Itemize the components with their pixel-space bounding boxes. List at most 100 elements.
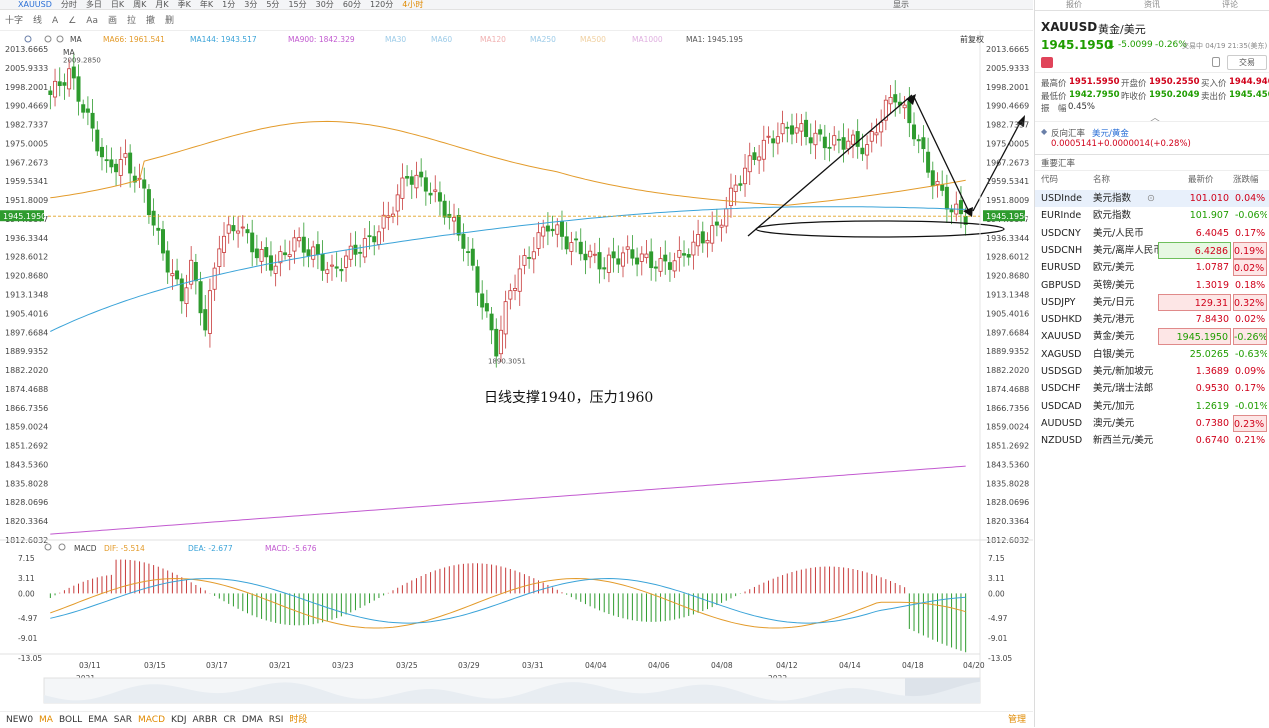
- watchlist-row[interactable]: USDHKD 美元/港元 7.8430 0.02%: [1035, 311, 1269, 328]
- bell-icon[interactable]: [1212, 57, 1220, 67]
- candle-body: [667, 262, 672, 270]
- watchlist-row[interactable]: USDCHF 美元/瑞士法郎 0.9530 0.17%: [1035, 380, 1269, 397]
- timeframe-12[interactable]: 60分: [343, 0, 361, 9]
- watchlist-row[interactable]: USDCNY 美元/人民币 6.4045 0.17%: [1035, 225, 1269, 242]
- indicator-tab-sar[interactable]: SAR: [114, 712, 132, 728]
- trend-line-down: [913, 96, 971, 215]
- left-axis-label: 1897.6684: [5, 328, 48, 337]
- tool-4[interactable]: Aa: [86, 11, 98, 30]
- reverse-pair[interactable]: 美元/黄金: [1092, 127, 1129, 139]
- legend-ma66: MA66: 1961.541: [103, 35, 165, 44]
- row-code: GBPUSD: [1041, 279, 1081, 291]
- indicator-tab-cr[interactable]: CR: [223, 712, 236, 728]
- watchlist-row[interactable]: NZDUSD 新西兰元/美元 0.6740 0.21%: [1035, 432, 1269, 449]
- trade-status: 交易中 04/19 21:35(美东): [1182, 42, 1268, 50]
- watchlist-row[interactable]: EURInde 欧元指数 101.907 -0.06%: [1035, 207, 1269, 224]
- timeframe-13[interactable]: 120分: [370, 0, 393, 9]
- macd-axis-right: -9.01: [988, 634, 1008, 643]
- right-axis-label: 1928.6012: [986, 253, 1029, 262]
- indicator-tab-ma[interactable]: MA: [39, 712, 53, 728]
- candle-body: [902, 104, 907, 109]
- candle-body: [503, 301, 508, 335]
- timeframe-11[interactable]: 30分: [316, 0, 334, 9]
- indicator-tab-时段[interactable]: 时段: [289, 712, 307, 728]
- date-label: 04/12: [776, 661, 798, 670]
- tool-1[interactable]: 线: [33, 11, 42, 30]
- left-axis-label: 1920.8680: [5, 272, 48, 281]
- favorite-icon[interactable]: [1041, 57, 1053, 68]
- last-price: 1945.1950: [1041, 38, 1113, 52]
- symbol-tab[interactable]: XAUUSD: [18, 0, 52, 9]
- timeframe-4[interactable]: 月K: [155, 0, 168, 9]
- kline-chart[interactable]: 2009.2850 1890.3051 日线支撑1940，压力1960 2013.6…: [0, 31, 1033, 727]
- indicator-tab-new0[interactable]: NEW0: [6, 712, 33, 728]
- left-axis-label: 1828.0696: [5, 498, 48, 507]
- indicator-tab-arbr[interactable]: ARBR: [193, 712, 218, 728]
- ma66-line: [50, 120, 966, 206]
- watchlist-row[interactable]: EURUSD 欧元/美元 1.0787 0.02%: [1035, 259, 1269, 277]
- candle-body: [99, 146, 104, 158]
- candle-body: [616, 258, 621, 265]
- watchlist-row[interactable]: XAGUSD 白银/美元 25.0265 -0.63%: [1035, 346, 1269, 363]
- watchlist-row[interactable]: USDCAD 美元/加元 1.2619 -0.01%: [1035, 398, 1269, 415]
- timeframe-1[interactable]: 多日: [86, 0, 102, 9]
- candle-body: [541, 226, 546, 237]
- watchlist-row[interactable]: USDInde 美元指数 ⊙ 101.010 0.04%: [1035, 190, 1269, 207]
- timeframe-14[interactable]: 4小时: [402, 0, 423, 9]
- trade-button[interactable]: 交易: [1227, 55, 1267, 70]
- watchlist-row[interactable]: XAUUSD 黄金/美元 1945.1950 -0.26%: [1035, 328, 1269, 346]
- tab-comments[interactable]: 评论: [1191, 0, 1269, 10]
- left-axis-label: 1882.2020: [5, 366, 48, 375]
- indicator-tab-ema[interactable]: EMA: [88, 712, 108, 728]
- low-price-label: 1890.3051: [488, 357, 526, 365]
- left-axis-label: 1905.4016: [5, 309, 48, 318]
- tool-7[interactable]: 撤: [146, 11, 155, 30]
- tool-6[interactable]: 拉: [127, 11, 136, 30]
- tool-5[interactable]: 画: [108, 11, 117, 30]
- timeframe-3[interactable]: 周K: [133, 0, 146, 9]
- timeframe-5[interactable]: 季K: [178, 0, 191, 9]
- legend-ma-secondary: MA: [63, 48, 75, 57]
- timeframe-2[interactable]: 日K: [111, 0, 124, 9]
- right-axis-label: 1851.2692: [986, 442, 1029, 451]
- watchlist-row[interactable]: USDSGD 美元/新加坡元 1.3689 0.09%: [1035, 363, 1269, 380]
- settings-icon[interactable]: ⊙: [1147, 190, 1155, 207]
- tool-2[interactable]: A: [52, 11, 58, 30]
- timeframe-0[interactable]: 分时: [61, 0, 77, 9]
- tool-0[interactable]: 十字: [5, 11, 23, 30]
- row-price: 101.907: [1189, 210, 1229, 222]
- watchlist-row[interactable]: GBPUSD 英镑/美元 1.3019 0.18%: [1035, 277, 1269, 294]
- tab-news[interactable]: 资讯: [1113, 0, 1191, 10]
- timeframe-6[interactable]: 年K: [200, 0, 213, 9]
- right-axis-label: 2005.9333: [986, 64, 1029, 73]
- tool-8[interactable]: 删: [165, 11, 174, 30]
- timeframe-10[interactable]: 15分: [288, 0, 306, 9]
- indicator-tab-dma[interactable]: DMA: [242, 712, 263, 728]
- candle-body: [517, 268, 522, 292]
- timeframe-9[interactable]: 5分: [266, 0, 279, 9]
- timeframe-8[interactable]: 3分: [244, 0, 257, 9]
- watchlist-row[interactable]: AUDUSD 澳元/美元 0.7380 0.23%: [1035, 414, 1269, 432]
- tab-quote[interactable]: 报价: [1035, 0, 1113, 10]
- watchlist-row[interactable]: USDCNH 美元/离岸人民币 6.4286 0.19%: [1035, 241, 1269, 259]
- indicator-tab-macd[interactable]: MACD: [138, 712, 165, 728]
- candle-body: [714, 221, 719, 226]
- manage-button[interactable]: 管理: [1008, 712, 1026, 728]
- reverse-icon: ◆: [1041, 127, 1048, 136]
- indicator-tab-boll[interactable]: BOLL: [59, 712, 82, 728]
- indicator-tab-rsi[interactable]: RSI: [269, 712, 284, 728]
- indicator-tab-kdj[interactable]: KDJ: [171, 712, 187, 728]
- candle-body: [456, 214, 461, 236]
- row-name: 美元/加元: [1093, 400, 1135, 412]
- row-price: 1945.1950: [1158, 328, 1231, 346]
- watchlist-row[interactable]: USDJPY 美元/日元 129.31 0.32%: [1035, 293, 1269, 311]
- display-menu[interactable]: 显示: [893, 0, 909, 9]
- row-code: EURUSD: [1041, 262, 1081, 274]
- left-axis-label: 1990.4669: [5, 102, 48, 111]
- tool-3[interactable]: ∠: [68, 11, 76, 30]
- timeframe-7[interactable]: 1分: [222, 0, 235, 9]
- candle-body: [198, 281, 203, 314]
- row-change: 0.18%: [1235, 279, 1266, 291]
- candle-body: [635, 257, 640, 265]
- settings-icon: [24, 35, 32, 43]
